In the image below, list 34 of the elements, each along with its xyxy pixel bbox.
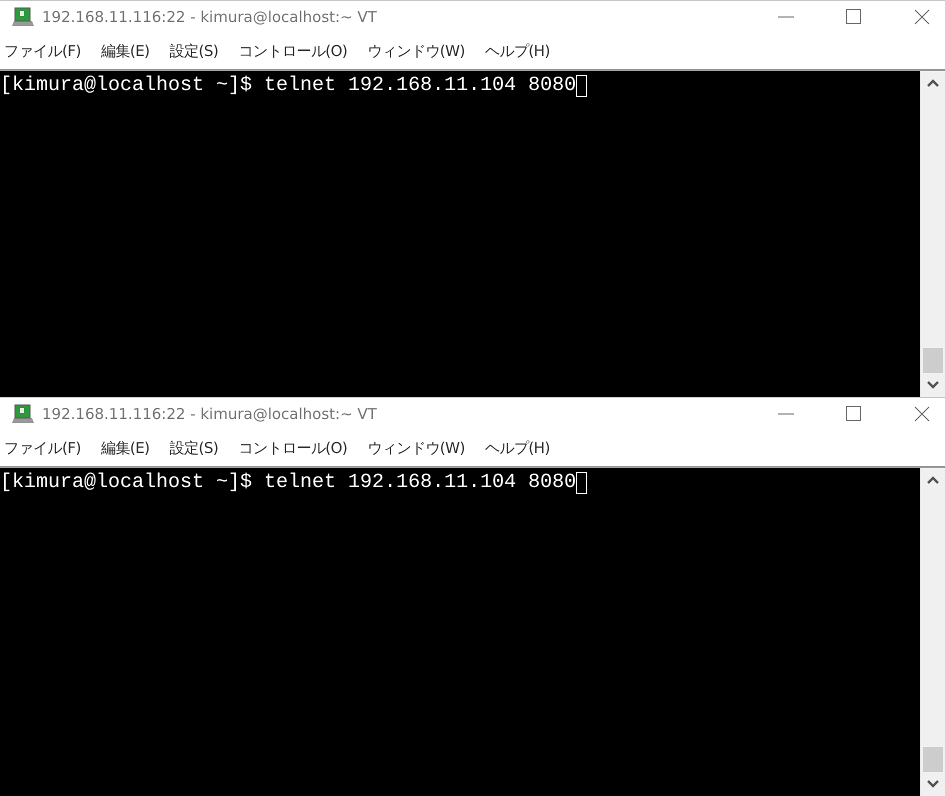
menu-item[interactable]: ヘルプ(H) bbox=[484, 42, 550, 60]
scroll-up-icon[interactable] bbox=[927, 476, 939, 484]
scroll-thumb[interactable] bbox=[923, 747, 943, 772]
menu-item[interactable]: 編集(E) bbox=[100, 42, 150, 60]
close-icon bbox=[914, 9, 930, 25]
menu-item[interactable]: ヘルプ(H) bbox=[484, 438, 550, 458]
menu-item[interactable]: コントロール(O) bbox=[238, 438, 348, 458]
scrollbar[interactable] bbox=[920, 468, 945, 796]
menu-item[interactable]: ファイル(F) bbox=[4, 42, 81, 60]
menu-item[interactable]: 編集(E) bbox=[100, 438, 150, 458]
menu-item[interactable]: コントロール(O) bbox=[238, 42, 348, 60]
menu-item[interactable]: 設定(S) bbox=[170, 42, 218, 60]
text-cursor bbox=[576, 75, 588, 97]
scroll-down-icon[interactable] bbox=[927, 381, 939, 389]
menu-item[interactable]: ウィンドウ(W) bbox=[367, 438, 465, 458]
maximize-icon bbox=[846, 406, 862, 422]
scrollbar[interactable] bbox=[920, 71, 945, 397]
menu-item[interactable]: ウィンドウ(W) bbox=[367, 42, 465, 60]
text-cursor bbox=[576, 472, 588, 494]
minimize-icon bbox=[778, 16, 794, 18]
window-title: 192.168.11.116:22 - kimura@localhost:~ VT bbox=[42, 8, 378, 26]
scroll-thumb[interactable] bbox=[923, 348, 943, 373]
menu-item[interactable]: ファイル(F) bbox=[4, 438, 81, 458]
minimize-icon bbox=[778, 413, 794, 415]
close-icon bbox=[914, 406, 930, 422]
terminal-app-icon bbox=[12, 404, 34, 424]
terminal-app-icon bbox=[12, 7, 34, 27]
menu-item[interactable]: 設定(S) bbox=[170, 438, 218, 458]
maximize-icon bbox=[846, 9, 862, 25]
scroll-down-icon[interactable] bbox=[927, 780, 939, 788]
window-title: 192.168.11.116:22 - kimura@localhost:~ VT bbox=[42, 405, 378, 423]
scroll-up-icon[interactable] bbox=[927, 79, 939, 87]
terminal-line: [kimura@localhost ~]$ telnet 192.168.11.104 8080 bbox=[0, 470, 576, 496]
terminal-line: [kimura@localhost ~]$ telnet 192.168.11.104 8080 bbox=[0, 73, 576, 99]
